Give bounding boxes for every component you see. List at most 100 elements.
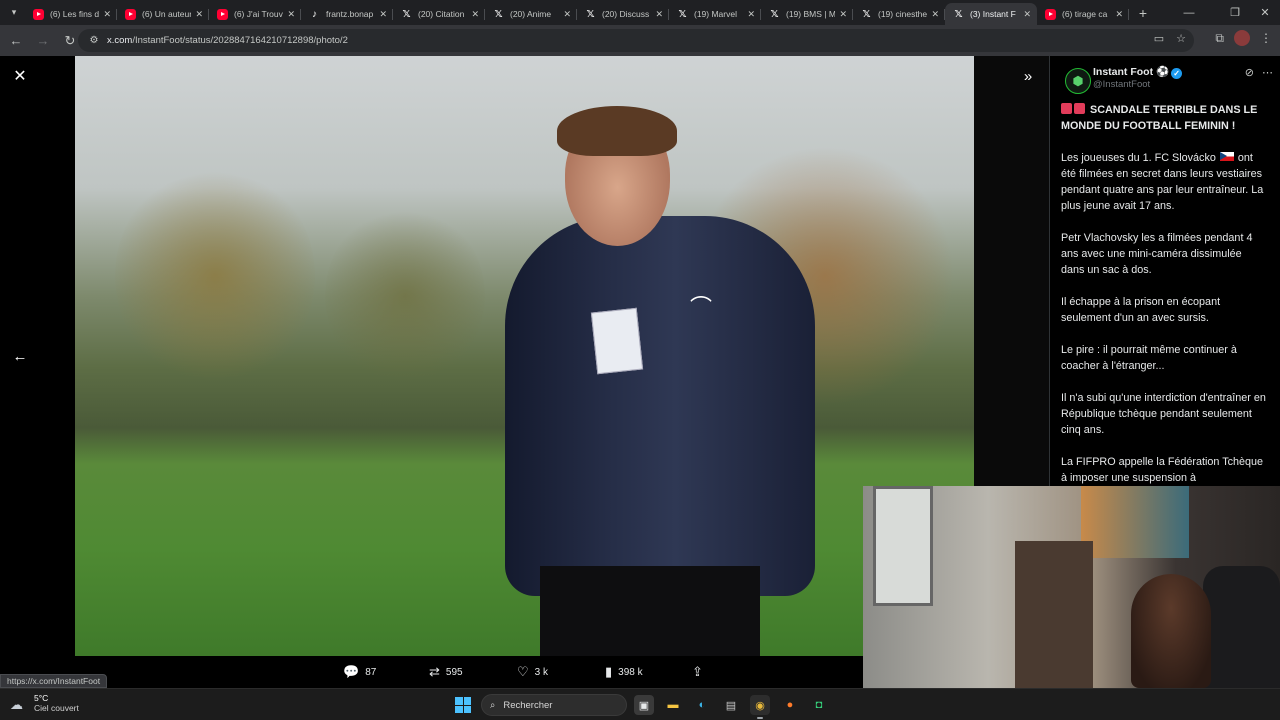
previous-photo-button[interactable]: ← [8,344,32,368]
like-button[interactable]: ♡ 3 k [517,664,548,680]
browser-tab[interactable]: 𝕏 (3) Instant F ✕ [945,3,1037,25]
close-tab-icon[interactable]: ✕ [471,9,479,20]
webcam-overlay [863,486,1280,688]
close-tab-icon[interactable]: ✕ [839,9,847,20]
tab-strip: ▾ (6) Les fins d ✕ (6) Un auteur ✕ (6) J'ai … [0,0,1280,25]
post-paragraph: Il échappe à la prison en écopant seulem… [1061,296,1221,324]
post-sidebar: ⬢ Instant Foot ⚽ ✓ @InstantFoot ⊘ ⋯ SCAND… [1049,56,1280,488]
post-paragraph: Petr Vlachovsky les a filmées pendant 4 … [1061,232,1253,276]
author-avatar[interactable]: ⬢ [1065,68,1091,94]
post-paragraph: La FIFPRO appelle la Fédération Tchèque … [1061,456,1264,484]
grok-icon[interactable]: ⊘ [1245,66,1254,79]
close-tab-icon[interactable]: ✕ [287,9,295,20]
reply-button[interactable]: 💬 87 [343,664,376,680]
browser-tab[interactable]: 𝕏 (20) Citation ✕ [393,3,485,25]
post-paragraph: Le pire : il pourrait même continuer à c… [1061,344,1237,372]
close-tab-icon[interactable]: ✕ [103,9,111,20]
x-icon: 𝕏 [402,8,411,20]
x-icon: 𝕏 [770,8,779,20]
repost-count: 595 [445,666,463,678]
minimize-button[interactable]: — [1176,0,1202,25]
close-tab-icon[interactable]: ✕ [931,9,939,20]
close-tab-icon[interactable]: ✕ [379,9,387,20]
brand-logo-icon: ⌒ [690,295,713,320]
close-icon[interactable]: ✕ [8,64,32,88]
cloud-icon: ☁ [10,696,23,712]
edge-icon[interactable]: ◐ [692,695,712,715]
chrome-icon[interactable]: ◉ [750,695,770,719]
more-options-icon[interactable]: ⋯ [1262,66,1273,79]
start-button[interactable] [455,697,471,713]
post-author: ⬢ Instant Foot ⚽ ✓ @InstantFoot ⊘ ⋯ [1061,64,1273,94]
profile-avatar[interactable] [1234,30,1250,46]
task-view-icon[interactable]: ▣ [634,695,654,715]
close-tab-icon[interactable]: ✕ [747,9,755,20]
menu-icon[interactable]: ⋮ [1260,31,1272,45]
store-icon[interactable]: ▤ [721,695,741,715]
site-info-icon[interactable]: ⚙ [87,34,101,48]
share-icon: ⇪ [692,664,703,679]
back-button[interactable]: ← [4,29,28,53]
tab-title: (19) cinesthe [878,9,928,19]
youtube-icon [33,8,44,20]
youtube-icon [1045,8,1056,20]
post-photo[interactable]: ⌒ [75,56,974,656]
close-tab-icon[interactable]: ✕ [563,9,571,20]
browser-tab[interactable]: 𝕏 (19) cinesthe ✕ [853,3,945,25]
author-name[interactable]: Instant Foot ⚽ ✓ [1093,65,1183,79]
tab-title: (20) Anime [510,9,552,19]
browser-tab[interactable]: 𝕏 (19) Marvel ✕ [669,3,761,25]
tab-title: (20) Discuss [602,9,650,19]
url-text: x.com/InstantFoot/status/202884716421071… [107,35,348,46]
view-count: 398 k [618,666,643,678]
soccer-ball-icon: ⚽ [1156,66,1170,78]
reply-count: 87 [365,666,377,678]
address-bar[interactable]: ⚙ x.com/InstantFoot/status/2028847164210… [78,29,1194,52]
share-button[interactable]: ⇪ [692,664,703,680]
x-icon: 𝕏 [586,8,595,20]
close-tab-icon[interactable]: ✕ [1115,9,1123,20]
analytics-icon: ▮ [605,664,613,679]
cast-icon[interactable]: ▭ [1154,32,1164,45]
tabs-container: (6) Les fins d ✕ (6) Un auteur ✕ (6) J'ai Tr… [25,0,1129,25]
browser-tab[interactable]: (6) J'ai Trouv ✕ [209,3,301,25]
chevron-down-icon: ▾ [11,7,17,17]
reply-icon: 💬 [343,664,360,679]
browser-tab[interactable]: 𝕏 (19) BMS | M ✕ [761,3,853,25]
toolbar-right: ⧉ ⋮ [1215,30,1272,46]
browser-tab[interactable]: (6) Un auteur ✕ [117,3,209,25]
close-tab-icon[interactable]: ✕ [655,9,663,20]
browser-tab[interactable]: (6) tirage ca ✕ [1037,3,1129,25]
toggle-sidebar-button[interactable]: » [1016,64,1040,88]
browser-tab[interactable]: 𝕏 (20) Discuss ✕ [577,3,669,25]
forward-button[interactable]: → [31,29,55,53]
weather-widget[interactable]: ☁ 5°C Ciel couvert [10,693,79,714]
repost-button[interactable]: ⇄ 595 [429,664,463,680]
like-count: 3 k [534,666,548,678]
x-icon: 𝕏 [678,8,687,20]
firefox-icon[interactable]: ● [780,695,800,715]
omnibox-actions: ▭ ☆ [1154,32,1186,45]
file-explorer-icon[interactable]: ▬ [663,695,683,715]
x-icon: 𝕏 [954,8,963,20]
youtube-icon [125,8,136,20]
maximize-button[interactable]: ❐ [1222,0,1248,25]
post-action-bar: 💬 87 ⇄ 595 ♡ 3 k ▮ 398 k ⇪ [75,656,974,688]
new-tab-button[interactable]: + [1133,3,1153,23]
browser-tab[interactable]: 𝕏 (20) Anime ✕ [485,3,577,25]
coach-jacket [505,216,815,596]
taskbar-search[interactable]: ⌕ Rechercher [481,694,627,716]
messenger-app-icon[interactable]: ◘ [809,695,829,715]
tab-search-button[interactable]: ▾ [3,3,25,23]
views-button[interactable]: ▮ 398 k [605,664,643,680]
bookmark-star-icon[interactable]: ☆ [1176,32,1186,45]
close-tab-icon[interactable]: ✕ [1023,9,1031,20]
author-handle[interactable]: @InstantFoot [1093,79,1150,90]
browser-tab[interactable]: (6) Les fins d ✕ [25,3,117,25]
close-window-button[interactable]: ✕ [1252,0,1278,25]
extensions-icon[interactable]: ⧉ [1215,31,1224,46]
weather-description: Ciel couvert [34,703,79,713]
close-tab-icon[interactable]: ✕ [195,9,203,20]
search-placeholder: Rechercher [503,699,553,711]
browser-tab[interactable]: ♪ frantz.bonap ✕ [301,3,393,25]
